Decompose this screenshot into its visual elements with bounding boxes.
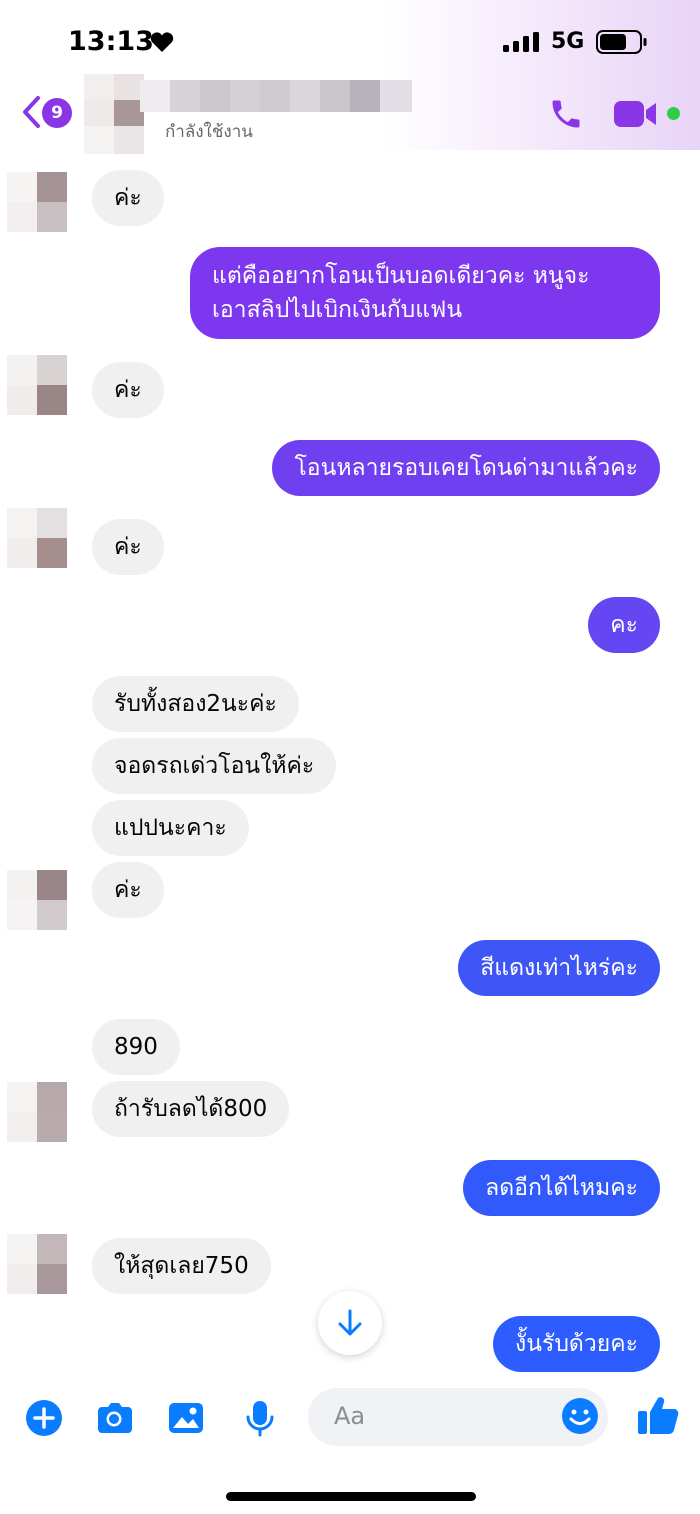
incoming-message[interactable]: ให้สุดเลย750 [92, 1238, 271, 1294]
network-type: 5G [551, 29, 585, 54]
incoming-message[interactable]: 890 [92, 1019, 180, 1075]
video-call-icon[interactable] [613, 98, 659, 130]
outgoing-message[interactable]: โอนหลายรอบเคยโดนด่ามาแล้วคะ [272, 440, 660, 496]
sender-avatar[interactable] [7, 508, 67, 568]
plus-icon[interactable] [24, 1398, 64, 1438]
emoji-icon[interactable] [560, 1396, 600, 1436]
thumbs-up-icon[interactable] [636, 1394, 680, 1436]
contact-name-blurred [140, 80, 412, 112]
outgoing-message[interactable]: งั้นรับด้วยคะ [493, 1316, 660, 1372]
chat-screen: 13:13 5G 9 กำลังใช้งาน ค่ะ แต่คืออยากโอน… [0, 0, 700, 1514]
scroll-to-bottom-button[interactable] [318, 1291, 382, 1355]
contact-avatar[interactable] [84, 74, 144, 154]
sender-avatar[interactable] [7, 355, 67, 415]
incoming-message[interactable]: ค่ะ [92, 362, 164, 418]
sender-avatar[interactable] [7, 1082, 67, 1142]
battery-icon [596, 30, 647, 54]
incoming-message[interactable]: ค่ะ [92, 519, 164, 575]
sender-avatar[interactable] [7, 870, 67, 930]
outgoing-message[interactable]: ลดอีกได้ไหมคะ [463, 1160, 660, 1216]
signal-icon [503, 32, 539, 52]
arrow-down-icon [338, 1309, 362, 1336]
sender-avatar[interactable] [7, 172, 67, 232]
status-time: 13:13 [68, 26, 154, 57]
gallery-icon[interactable] [166, 1398, 206, 1438]
home-indicator[interactable] [226, 1492, 476, 1501]
outgoing-message[interactable]: สีแดงเท่าไหร่คะ [458, 940, 660, 996]
camera-icon[interactable] [94, 1398, 134, 1438]
incoming-message[interactable]: ค่ะ [92, 862, 164, 918]
microphone-icon[interactable] [240, 1398, 280, 1438]
contact-status: กำลังใช้งาน [165, 122, 253, 142]
online-indicator [667, 107, 680, 120]
outgoing-message[interactable]: แต่คืออยากโอนเป็นบอดเดียวคะ หนูจะ เอาสลิ… [190, 247, 660, 339]
back-chevron-icon[interactable] [20, 95, 42, 129]
incoming-message[interactable]: จอดรถเด่วโอนให้ค่ะ [92, 738, 337, 794]
sender-avatar[interactable] [7, 1234, 67, 1294]
incoming-message[interactable]: รับทั้งสอง2นะค่ะ [92, 676, 299, 732]
unread-badge[interactable]: 9 [42, 98, 72, 128]
incoming-message[interactable]: ค่ะ [92, 170, 164, 226]
incoming-message[interactable]: แปปนะคาะ [92, 800, 249, 856]
phone-call-icon[interactable] [548, 96, 584, 132]
outgoing-message[interactable]: คะ [588, 597, 660, 653]
incoming-message[interactable]: ถ้ารับลดได้800 [92, 1081, 290, 1137]
heart-icon [150, 32, 174, 52]
